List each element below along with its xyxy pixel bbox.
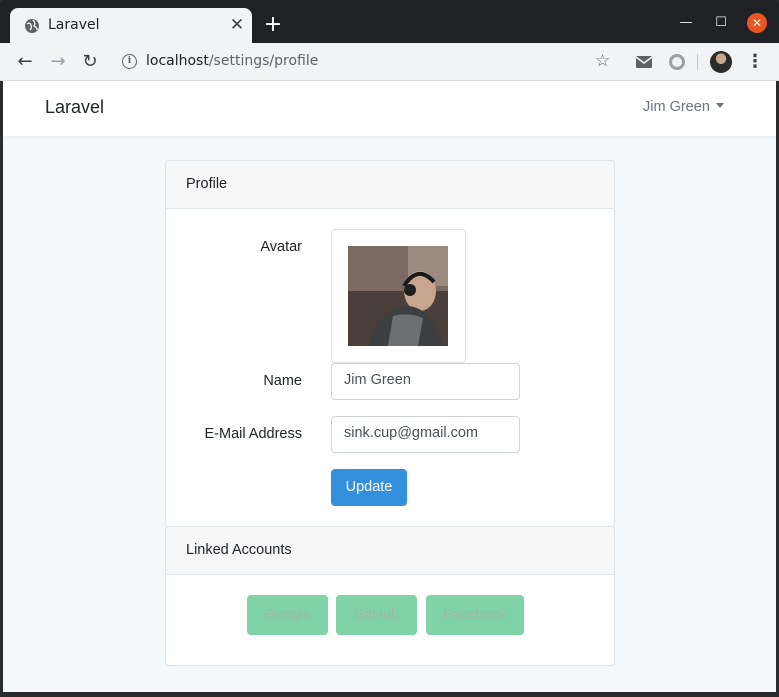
- toolbar-separator: [697, 54, 698, 70]
- browser-window: Laravel ✕ + — ☐ ✕ ← → ↻ i localhost/sett…: [0, 0, 779, 697]
- email-label: E-Mail Address: [204, 426, 302, 442]
- profile-card-header: Profile: [166, 161, 614, 209]
- navbar-brand[interactable]: Laravel: [45, 97, 104, 118]
- name-input[interactable]: Jim Green: [331, 363, 520, 400]
- navbar: Laravel Jim Green: [3, 81, 776, 136]
- title-bar: Laravel ✕ + — ☐ ✕: [0, 0, 779, 43]
- forward-arrow-icon[interactable]: →: [47, 51, 69, 73]
- url-host: localhost: [146, 53, 209, 69]
- name-label: Name: [263, 373, 302, 389]
- profile-card: Profile Avatar Name Jim Green E-Mail Add…: [165, 160, 615, 527]
- address-bar[interactable]: i localhost/settings/profile ☆: [111, 48, 621, 76]
- bookmark-star-icon[interactable]: ☆: [595, 51, 610, 71]
- window-bottom-border: [0, 692, 779, 697]
- page-content: Laravel Jim Green Profile Avatar Name Ji…: [3, 81, 776, 692]
- new-tab-icon[interactable]: +: [262, 14, 284, 36]
- github-button[interactable]: GitHub: [336, 595, 417, 635]
- user-name: Jim Green: [643, 99, 710, 115]
- url-text: localhost/settings/profile: [146, 53, 318, 69]
- avatar-image: [348, 246, 448, 346]
- avatar-frame[interactable]: [331, 229, 466, 363]
- user-dropdown[interactable]: Jim Green: [643, 99, 724, 115]
- info-icon[interactable]: i: [122, 54, 137, 69]
- back-arrow-icon[interactable]: ←: [14, 51, 36, 73]
- maximize-icon[interactable]: ☐: [711, 13, 731, 33]
- browser-tab[interactable]: Laravel ✕: [10, 8, 252, 43]
- avatar-label: Avatar: [260, 239, 302, 255]
- update-button[interactable]: Update: [331, 469, 407, 506]
- globe-icon: [25, 19, 39, 33]
- linked-accounts-card: Linked Accounts Google GitHub Facebook: [165, 526, 615, 666]
- close-window-icon[interactable]: ✕: [747, 13, 767, 33]
- linked-accounts-header: Linked Accounts: [166, 527, 614, 575]
- tab-title: Laravel: [48, 17, 100, 33]
- menu-dots-icon[interactable]: ⋮: [746, 51, 764, 73]
- url-path: /settings/profile: [208, 53, 319, 69]
- reload-icon[interactable]: ↻: [79, 51, 101, 73]
- facebook-button[interactable]: Facebook: [426, 595, 524, 635]
- extension-circle-icon[interactable]: [666, 52, 688, 72]
- browser-toolbar: ← → ↻ i localhost/settings/profile ☆ ⋮: [0, 43, 779, 81]
- mail-icon[interactable]: [633, 52, 655, 72]
- minimize-icon[interactable]: —: [676, 13, 696, 33]
- tab-close-icon[interactable]: ✕: [228, 16, 246, 34]
- caret-down-icon: [715, 102, 724, 108]
- profile-avatar-icon[interactable]: [710, 51, 732, 73]
- google-button[interactable]: Google: [247, 595, 328, 635]
- email-input[interactable]: sink.cup@gmail.com: [331, 416, 520, 453]
